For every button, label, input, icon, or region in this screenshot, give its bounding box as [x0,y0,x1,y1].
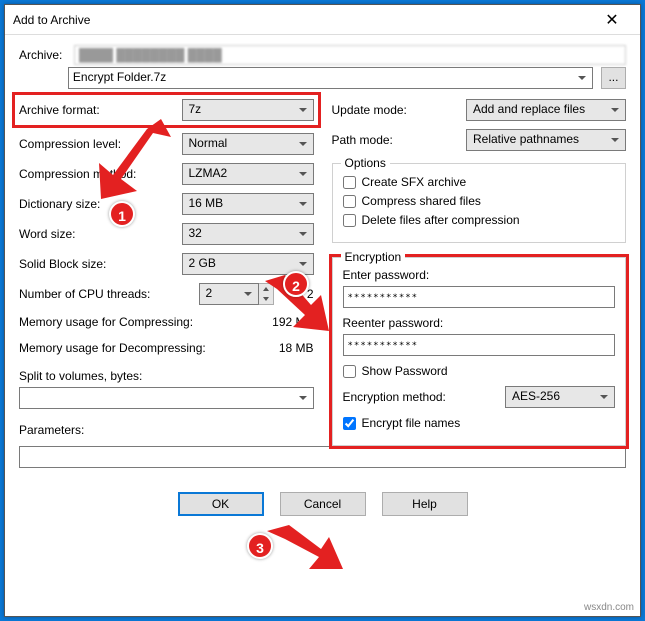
close-icon[interactable]: ✕ [592,10,632,30]
update-mode-select[interactable]: Add and replace files [466,99,626,121]
path-mode-label: Path mode: [332,133,467,147]
delete-after-checkbox[interactable]: Delete files after compression [343,213,616,227]
show-password-checkbox[interactable]: Show Password [343,364,616,378]
create-sfx-checkbox[interactable]: Create SFX archive [343,175,616,189]
compression-method-select[interactable]: LZMA2 [182,163,314,185]
archive-path-display: ████ ████████ ████ [74,45,626,65]
dialog-add-to-archive: Add to Archive ✕ Archive: ████ ████████ … [4,4,641,617]
titlebar: Add to Archive ✕ [5,5,640,35]
encryption-method-label: Encryption method: [343,390,506,404]
mem-decompress-value: 18 MB [254,341,314,355]
callout-badge-3: 3 [247,533,273,559]
dictionary-size-select[interactable]: 16 MB [182,193,314,215]
callout-badge-1: 1 [109,201,135,227]
dictionary-size-label: Dictionary size: [19,197,182,211]
ok-button[interactable]: OK [178,492,264,516]
encryption-method-select[interactable]: AES-256 [505,386,615,408]
watermark: wsxdn.com [584,602,634,613]
window-title: Add to Archive [13,13,592,27]
parameters-input[interactable] [19,446,626,468]
word-size-select[interactable]: 32 [182,223,314,245]
compression-level-select[interactable]: Normal [182,133,314,155]
word-size-label: Word size: [19,227,182,241]
parameters-label: Parameters: [19,423,314,437]
mem-compress-label: Memory usage for Compressing: [19,315,254,329]
archive-filename-text: Encrypt Folder.7z [73,70,166,84]
options-group: Options Create SFX archive Compress shar… [332,163,627,243]
browse-button[interactable]: ... [601,67,626,89]
encryption-group: Encryption Enter password: *********** R… [332,257,627,446]
callout-arrow-3 [267,525,347,573]
cpu-threads-label: Number of CPU threads: [19,287,199,301]
archive-filename-combo[interactable]: Encrypt Folder.7z [68,67,593,89]
cpu-threads-select[interactable]: 2 [199,283,259,305]
archive-format-label: Archive format: [19,103,182,117]
archive-format-select[interactable]: 7z [182,99,314,121]
split-volumes-combo[interactable] [19,387,314,409]
callout-badge-2: 2 [283,271,309,297]
options-legend: Options [341,156,390,170]
reenter-password-label: Reenter password: [343,316,616,330]
enter-password-input[interactable]: *********** [343,286,616,308]
update-mode-label: Update mode: [332,103,467,117]
solid-block-size-label: Solid Block size: [19,257,182,271]
reenter-password-input[interactable]: *********** [343,334,616,356]
cancel-button[interactable]: Cancel [280,492,366,516]
mem-decompress-label: Memory usage for Decompressing: [19,341,254,355]
help-button[interactable]: Help [382,492,468,516]
encryption-legend: Encryption [341,250,406,264]
callout-arrow-1 [81,119,171,199]
archive-label: Archive: [19,48,74,62]
encrypt-filenames-checkbox[interactable]: Encrypt file names [343,416,616,430]
compress-shared-checkbox[interactable]: Compress shared files [343,194,616,208]
split-volumes-label: Split to volumes, bytes: [19,369,314,383]
enter-password-label: Enter password: [343,268,616,282]
path-mode-select[interactable]: Relative pathnames [466,129,626,151]
